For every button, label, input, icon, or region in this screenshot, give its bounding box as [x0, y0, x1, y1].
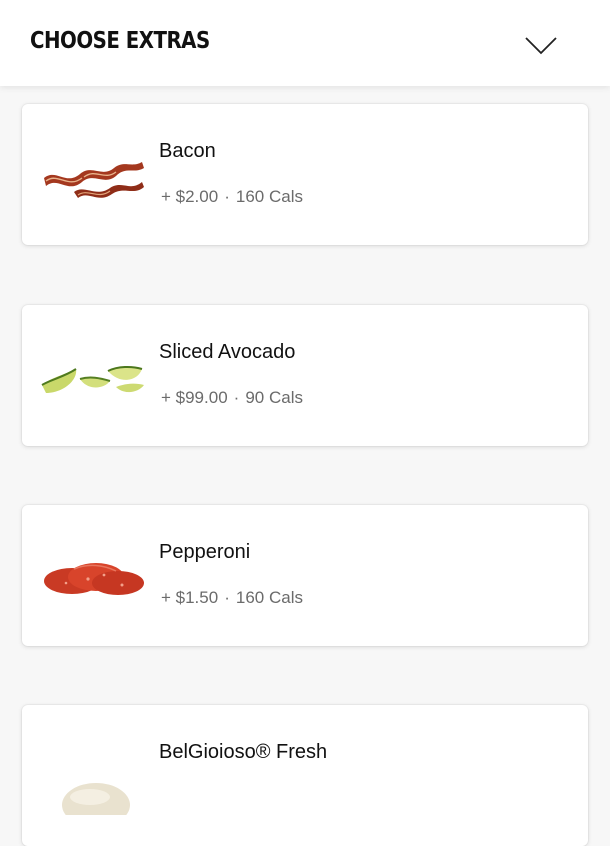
pepperoni-image: [44, 563, 144, 595]
meta-separator: ·: [224, 588, 230, 607]
mozzarella-image: [62, 783, 130, 815]
extra-item-bacon[interactable]: Bacon + $2.00 · 160 Cals: [22, 104, 588, 245]
extra-item-belgioioso-fresh[interactable]: BelGioioso® Fresh: [22, 705, 588, 846]
extra-price: + $1.50: [161, 588, 219, 607]
extra-calories: 160 Cals: [235, 187, 303, 206]
extra-price: + $2.00: [161, 187, 219, 206]
meta-separator: ·: [233, 388, 240, 407]
extra-item-pepperoni[interactable]: Pepperoni + $1.50 · 160 Cals: [22, 505, 588, 646]
extra-meta: + $1.50 · 160 Cals: [161, 588, 303, 608]
bacon-image: [44, 162, 144, 198]
extra-calories: 160 Cals: [235, 588, 303, 607]
extra-meta: + $99.00 · 90 Cals: [161, 388, 303, 408]
avocado-image: [41, 365, 144, 393]
meta-separator: ·: [224, 187, 230, 206]
extra-name: BelGioioso® Fresh: [159, 741, 328, 763]
extra-name: Bacon: [159, 140, 216, 162]
extra-calories: 90 Cals: [245, 388, 303, 407]
extra-price: + $99.00: [161, 388, 228, 407]
extra-name: Pepperoni: [159, 541, 251, 563]
extra-item-sliced-avocado[interactable]: Sliced Avocado + $99.00 · 90 Cals: [22, 305, 588, 446]
section-title: CHOOSE EXTRAS: [30, 28, 210, 54]
chevron-down-icon: [525, 37, 557, 55]
collapse-button[interactable]: [516, 26, 566, 62]
extra-meta: + $2.00 · 160 Cals: [161, 187, 303, 207]
extras-header: CHOOSE EXTRAS: [0, 0, 610, 86]
extra-name: Sliced Avocado: [159, 341, 296, 363]
